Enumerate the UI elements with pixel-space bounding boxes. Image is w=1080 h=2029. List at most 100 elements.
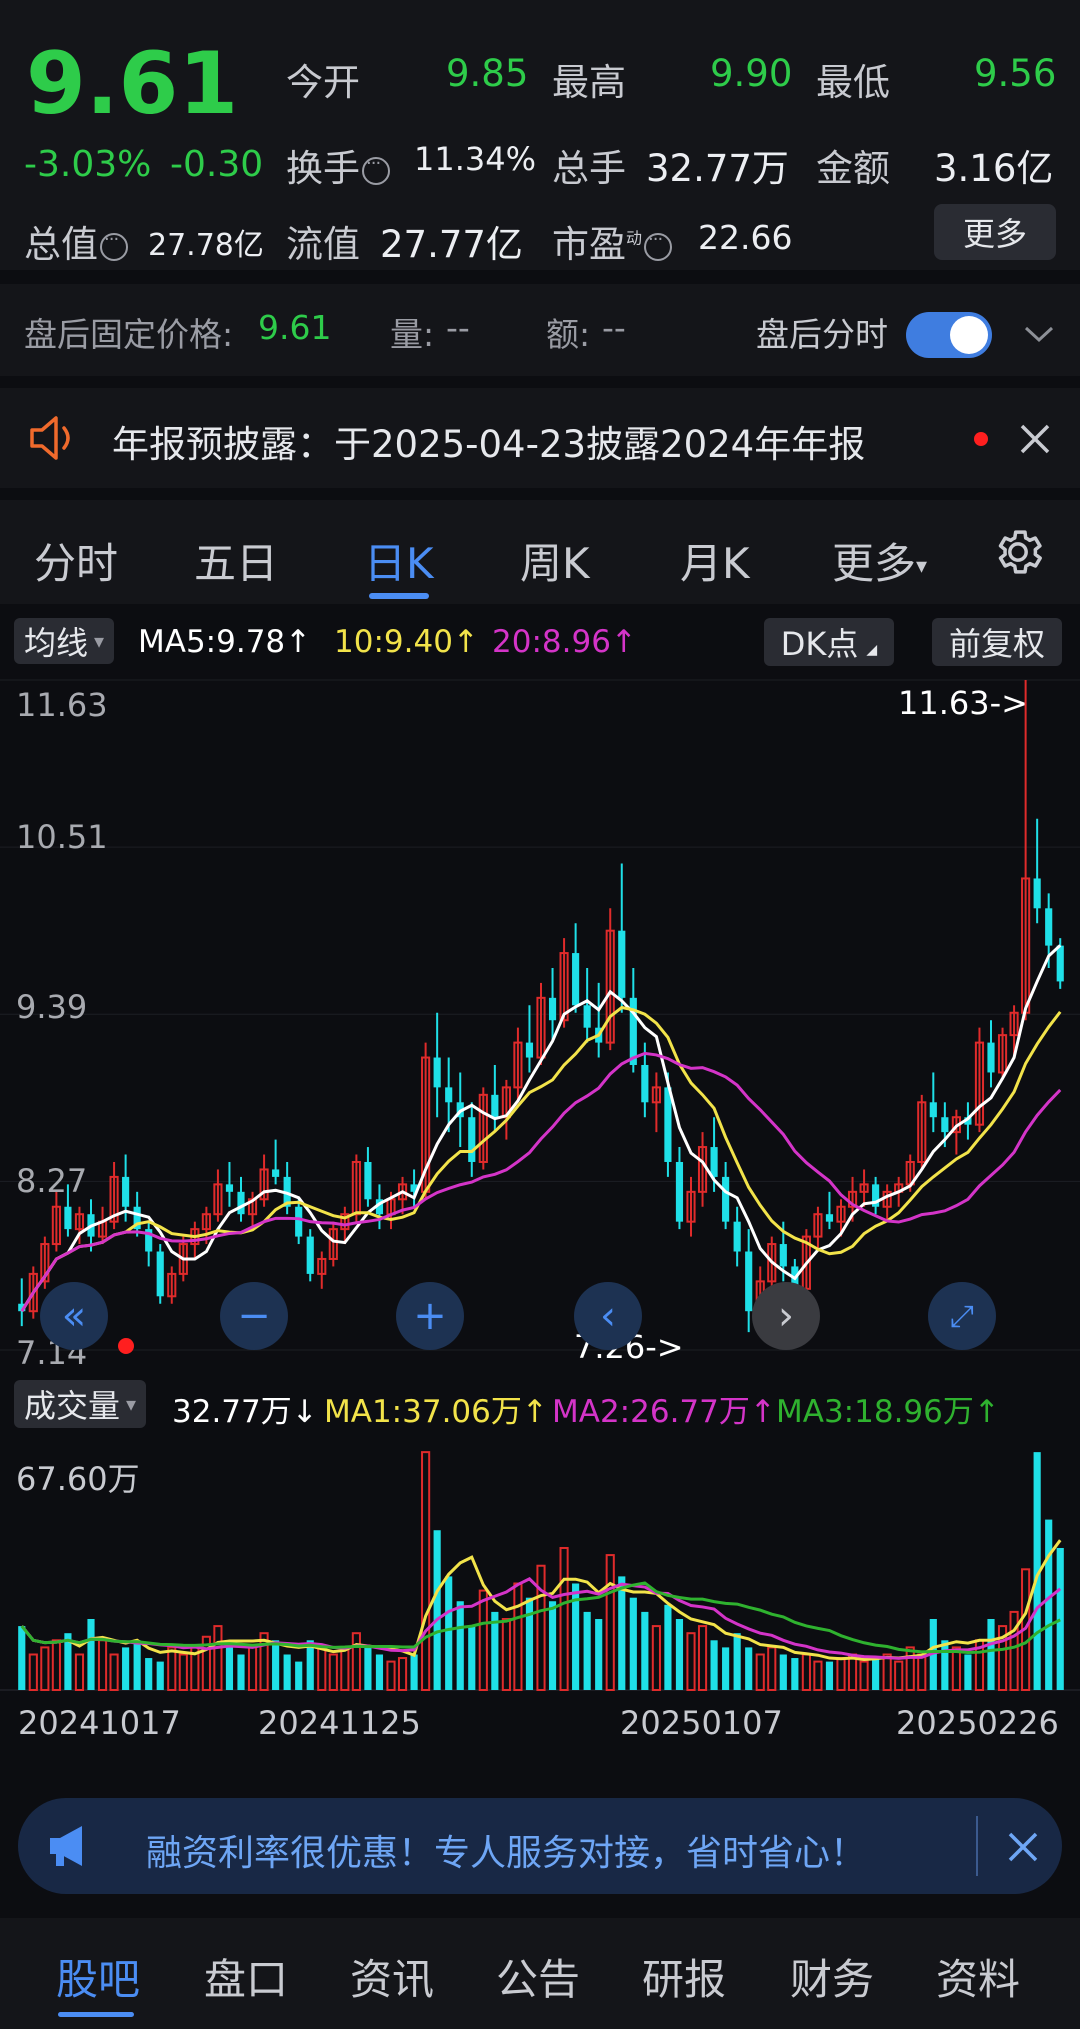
after-hours-price-label: 盘后固定价格: [24,315,234,354]
scroll-left-button[interactable]: ‹ [574,1282,642,1350]
chevron-right-icon: › [778,1293,794,1339]
info-icon[interactable] [100,229,128,261]
volume-ma3-text: MA3:18.96万 [776,1394,974,1430]
volume-bar [1056,1547,1064,1690]
candle-body [237,1191,245,1215]
pe-sup: 动 [626,228,643,248]
candle-body [525,1042,534,1058]
volume-bar [317,1646,327,1692]
after-hours-volume: -- [446,308,470,347]
nav-announcements[interactable]: 公告 [496,1946,580,2007]
volume-ma3-line [20,1581,1061,1655]
volume-bar [733,1633,741,1690]
volume-bar [859,1660,869,1691]
tab-weekly-k[interactable]: 周K [520,530,590,591]
mktcap-label[interactable]: 总值 [24,214,130,268]
tab-daily-k[interactable]: 日K [364,530,434,591]
volume-bar [894,1660,904,1691]
close-icon[interactable] [1006,1830,1040,1864]
volume-bar [386,1660,396,1691]
volume-bar [109,1653,119,1691]
pe-label[interactable]: 市盈动 [552,214,674,268]
ma20-text: 20:8.96 [492,624,611,660]
volume-chart[interactable] [0,1440,1080,1708]
chevron-down-icon[interactable] [1022,322,1056,346]
indicator-select-label: 均线 [24,624,89,662]
turnover-label[interactable]: 换手 [286,138,392,192]
close-icon[interactable] [1018,422,1052,456]
volume-bar [813,1660,823,1691]
fullscreen-button[interactable]: ⤢ [928,1282,996,1350]
volume-bar [456,1601,464,1690]
nav-financials[interactable]: 财务 [790,1946,874,2007]
notice-bar[interactable]: 年报预披露：于2025-04-23披露2024年年报 [0,388,1080,488]
low-value: 9.56 [974,52,1057,95]
volume-bar [651,1625,661,1692]
nav-profile[interactable]: 资料 [936,1946,1020,2007]
date-label: 20250107 [620,1704,783,1742]
volume-bar [478,1589,488,1692]
volume-bar [710,1640,718,1690]
tab-more[interactable]: 更多▾ [832,530,927,591]
adjust-price-button[interactable]: 前复权 [932,618,1062,666]
volume-bar [697,1625,708,1692]
dk-point-label: DK点 [780,625,859,663]
active-nav-indicator [58,2012,134,2017]
candle-body [825,1214,834,1222]
nav-research[interactable]: 研报 [642,1946,726,2007]
ma5-text: MA5:9.78 [138,624,286,660]
zoom-out-button[interactable]: − [220,1282,288,1350]
volume-bar [583,1611,591,1690]
tab-monthly-k[interactable]: 月K [680,530,750,591]
volume-bar [791,1658,799,1690]
volume-bar [28,1653,38,1691]
tab-five-day[interactable]: 五日 [194,530,278,591]
volume-bar [548,1601,557,1690]
candle-body [1033,878,1041,909]
tab-intraday[interactable]: 分时 [34,530,118,591]
volume-bar [410,1654,418,1690]
volume-bar [745,1647,753,1690]
gear-icon[interactable] [990,524,1046,580]
info-icon[interactable] [644,229,673,261]
volume-bar [328,1653,338,1691]
candle-body [618,930,626,998]
turnover-label-text: 换手 [286,147,360,190]
volume-bar [664,1604,672,1690]
nav-news[interactable]: 资讯 [350,1946,434,2007]
price-tick: 11.63 [16,686,108,724]
volume-bar [836,1657,846,1691]
volume-bar [501,1617,511,1691]
ma10-value: 10:9.40↑ [334,624,479,660]
after-hours-toggle[interactable] [906,312,992,358]
indicator-select[interactable]: 均线 ▾ [14,618,115,664]
zoom-in-button[interactable]: + [396,1282,464,1350]
volume-bar [755,1653,765,1691]
volume-bar [964,1654,972,1690]
volume-indicator-select[interactable]: 成交量 ▾ [14,1380,147,1428]
after-hours-volume-label: 量: [390,315,435,354]
caret-down-icon: ▾ [94,629,105,653]
candlestick-chart[interactable] [0,670,1080,1360]
change-amount: -0.30 [170,144,264,185]
dk-point-button[interactable]: DK点 ◢ [764,618,894,666]
more-button[interactable]: 更多 [934,204,1056,260]
volume-bar [1045,1519,1053,1690]
candle-body [929,1102,937,1118]
volume-bar [525,1597,534,1690]
nav-pankou[interactable]: 盘口 [204,1946,288,2007]
scroll-right-button[interactable]: › [752,1282,820,1350]
volume-bar [951,1646,961,1692]
nav-guba[interactable]: 股吧 [56,1946,140,2007]
candle-body [710,1147,718,1177]
candle-body [64,1206,72,1230]
mktcap-label-text: 总值 [24,223,98,266]
candle-body [1056,945,1064,982]
ma5-value: MA5:9.78↑ [138,624,311,660]
scroll-left-fast-button[interactable]: « [40,1282,108,1350]
volume-bar [825,1661,834,1690]
info-icon[interactable] [362,153,390,185]
candle-body [433,1057,441,1088]
promo-banner[interactable]: 融资利率很优惠！专人服务对接，省时省心！ [18,1798,1062,1894]
candle-body [572,953,580,1006]
